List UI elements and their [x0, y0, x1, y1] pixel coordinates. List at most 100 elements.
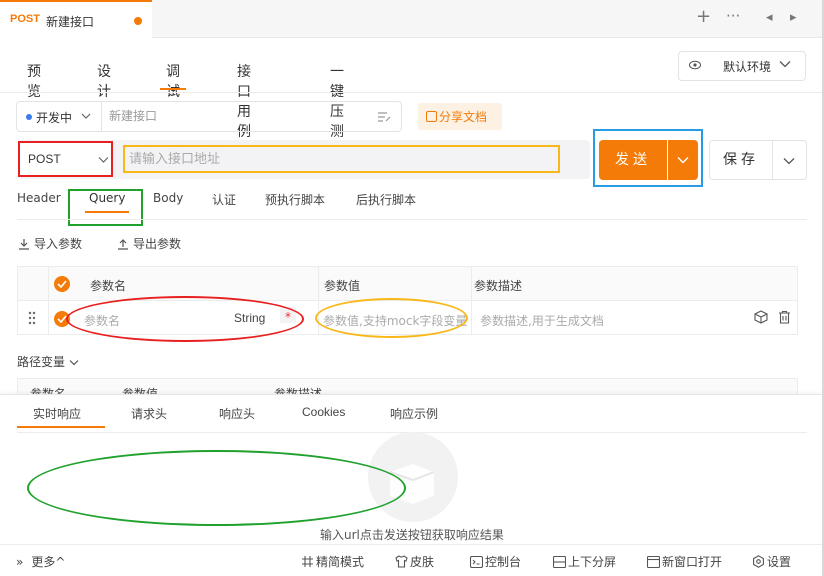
upload-icon — [118, 239, 128, 250]
column-header-name: 参数名 — [90, 279, 127, 293]
compact-mode-label: 精简模式 — [316, 555, 365, 569]
chevron-up-icon: ^ — [55, 555, 66, 569]
import-params-button[interactable]: 导入参数 — [18, 235, 82, 252]
save-button[interactable]: 保存 — [709, 140, 773, 180]
tab-debug[interactable]: 调试 — [160, 61, 186, 101]
chevron-down-icon — [779, 61, 791, 68]
export-params-button[interactable]: 导出参数 — [117, 235, 181, 252]
download-icon — [19, 239, 29, 250]
more-tabs-button[interactable]: ··· — [726, 6, 740, 26]
share-doc-label: 分享文档 — [439, 110, 488, 124]
more-label: 更多 — [31, 555, 56, 569]
console-icon — [469, 555, 484, 569]
compact-icon — [302, 556, 313, 567]
column-header-name: 参数名 — [30, 387, 67, 394]
divider — [101, 102, 102, 131]
tab-body[interactable]: Body — [153, 191, 183, 205]
console-label: 控制台 — [485, 555, 522, 569]
api-meta-row: 开发中 — [16, 101, 402, 132]
share-doc-button[interactable]: 分享文档 — [418, 103, 502, 130]
tab-cookies[interactable]: Cookies — [302, 405, 345, 419]
edit-description-icon[interactable] — [377, 111, 391, 123]
settings-label: 设置 — [767, 555, 792, 569]
environment-select[interactable]: 默认环境 — [678, 51, 806, 81]
collapse-icon: » — [16, 555, 24, 569]
url-input[interactable] — [123, 145, 560, 173]
document-tab-method: POST — [10, 13, 40, 25]
param-name-highlight — [66, 296, 304, 342]
column-header-value: 参数值 — [324, 279, 361, 293]
split-view-label: 上下分屏 — [568, 555, 617, 569]
window-icon — [646, 555, 661, 569]
status-select[interactable]: 开发中 — [36, 109, 72, 126]
chevron-down-icon — [69, 360, 79, 366]
tab-response-examples[interactable]: 响应示例 — [390, 405, 438, 422]
method-select[interactable]: POST — [18, 141, 113, 177]
tab-auth[interactable]: 认证 — [212, 191, 236, 208]
unsaved-dot-icon — [134, 17, 142, 25]
new-window-button[interactable]: 新窗口打开 — [646, 553, 723, 570]
select-all-checkbox[interactable] — [54, 276, 70, 292]
document-tab-name: 新建接口 — [46, 15, 95, 29]
document-tab[interactable]: POST 新建接口 — [0, 0, 152, 38]
next-tab-button[interactable]: ▸ — [790, 8, 797, 28]
save-options-button[interactable] — [773, 140, 807, 180]
import-params-label: 导入参数 — [34, 237, 83, 251]
tab-post-script[interactable]: 后执行脚本 — [356, 191, 416, 208]
chevron-down-icon — [81, 113, 91, 119]
compact-mode-button[interactable]: 精简模式 — [301, 553, 364, 570]
divider — [0, 92, 824, 93]
column-divider — [471, 267, 472, 334]
column-header-description: 参数描述 — [474, 279, 523, 293]
method-select-value: POST — [28, 152, 61, 166]
more-menu-button[interactable]: » 更多^ — [16, 553, 65, 570]
drag-handle-icon[interactable] — [28, 311, 36, 325]
query-tab-highlight — [68, 189, 143, 226]
settings-button[interactable]: 设置 — [752, 553, 791, 570]
gear-icon — [753, 555, 764, 568]
check-icon — [57, 280, 67, 288]
skin-button[interactable]: 皮肤 — [395, 553, 434, 570]
status-bar: » 更多^ 精简模式 皮肤 控制台 上下分屏 新窗口打开 设置 — [0, 544, 824, 576]
document-tab-strip: POST 新建接口 + ··· ◂ ▸ — [0, 0, 824, 38]
environment-label: 默认环境 — [723, 60, 772, 74]
skin-label: 皮肤 — [410, 555, 435, 569]
param-description-input[interactable]: 参数描述,用于生成文档 — [480, 312, 604, 329]
path-variables-toggle[interactable]: 路径变量 — [17, 353, 79, 370]
eye-icon — [689, 60, 701, 70]
param-value-highlight — [315, 298, 468, 338]
tab-request-headers[interactable]: 请求头 — [131, 405, 167, 422]
cube-icon[interactable] — [754, 310, 768, 324]
status-dot-icon — [26, 114, 32, 120]
export-params-label: 导出参数 — [133, 237, 182, 251]
shirt-icon — [395, 555, 408, 568]
prev-tab-button[interactable]: ◂ — [766, 8, 773, 28]
response-area-highlight — [27, 450, 406, 526]
column-header-value: 参数值 — [122, 387, 159, 394]
add-tab-button[interactable]: + — [696, 7, 711, 27]
send-options-button[interactable] — [668, 140, 698, 180]
column-divider — [48, 267, 49, 334]
tab-design[interactable]: 设计 — [97, 61, 111, 101]
tab-response-headers[interactable]: 响应头 — [219, 405, 255, 422]
chevron-down-icon — [783, 158, 795, 165]
trash-icon[interactable] — [778, 310, 791, 324]
split-view-button[interactable]: 上下分屏 — [552, 553, 617, 570]
share-icon — [426, 111, 437, 122]
new-window-label: 新窗口打开 — [662, 555, 723, 569]
split-icon — [552, 555, 567, 569]
console-button[interactable]: 控制台 — [469, 553, 522, 570]
divider — [17, 219, 807, 220]
api-name-input[interactable] — [109, 109, 359, 123]
tab-pre-script[interactable]: 预执行脚本 — [265, 191, 325, 208]
chevron-down-icon — [677, 157, 689, 164]
chevron-down-icon — [98, 157, 109, 163]
response-empty-hint: 输入url点击发送按钮获取响应结果 — [320, 528, 504, 542]
send-button[interactable]: 发送 — [599, 140, 667, 180]
column-header-description: 参数描述 — [274, 387, 323, 394]
path-variables-label: 路径变量 — [17, 355, 66, 369]
tab-preview[interactable]: 预览 — [27, 61, 41, 101]
tab-live-response[interactable]: 实时响应 — [16, 405, 106, 428]
tab-header[interactable]: Header — [17, 191, 61, 205]
table-header-row — [18, 267, 797, 301]
